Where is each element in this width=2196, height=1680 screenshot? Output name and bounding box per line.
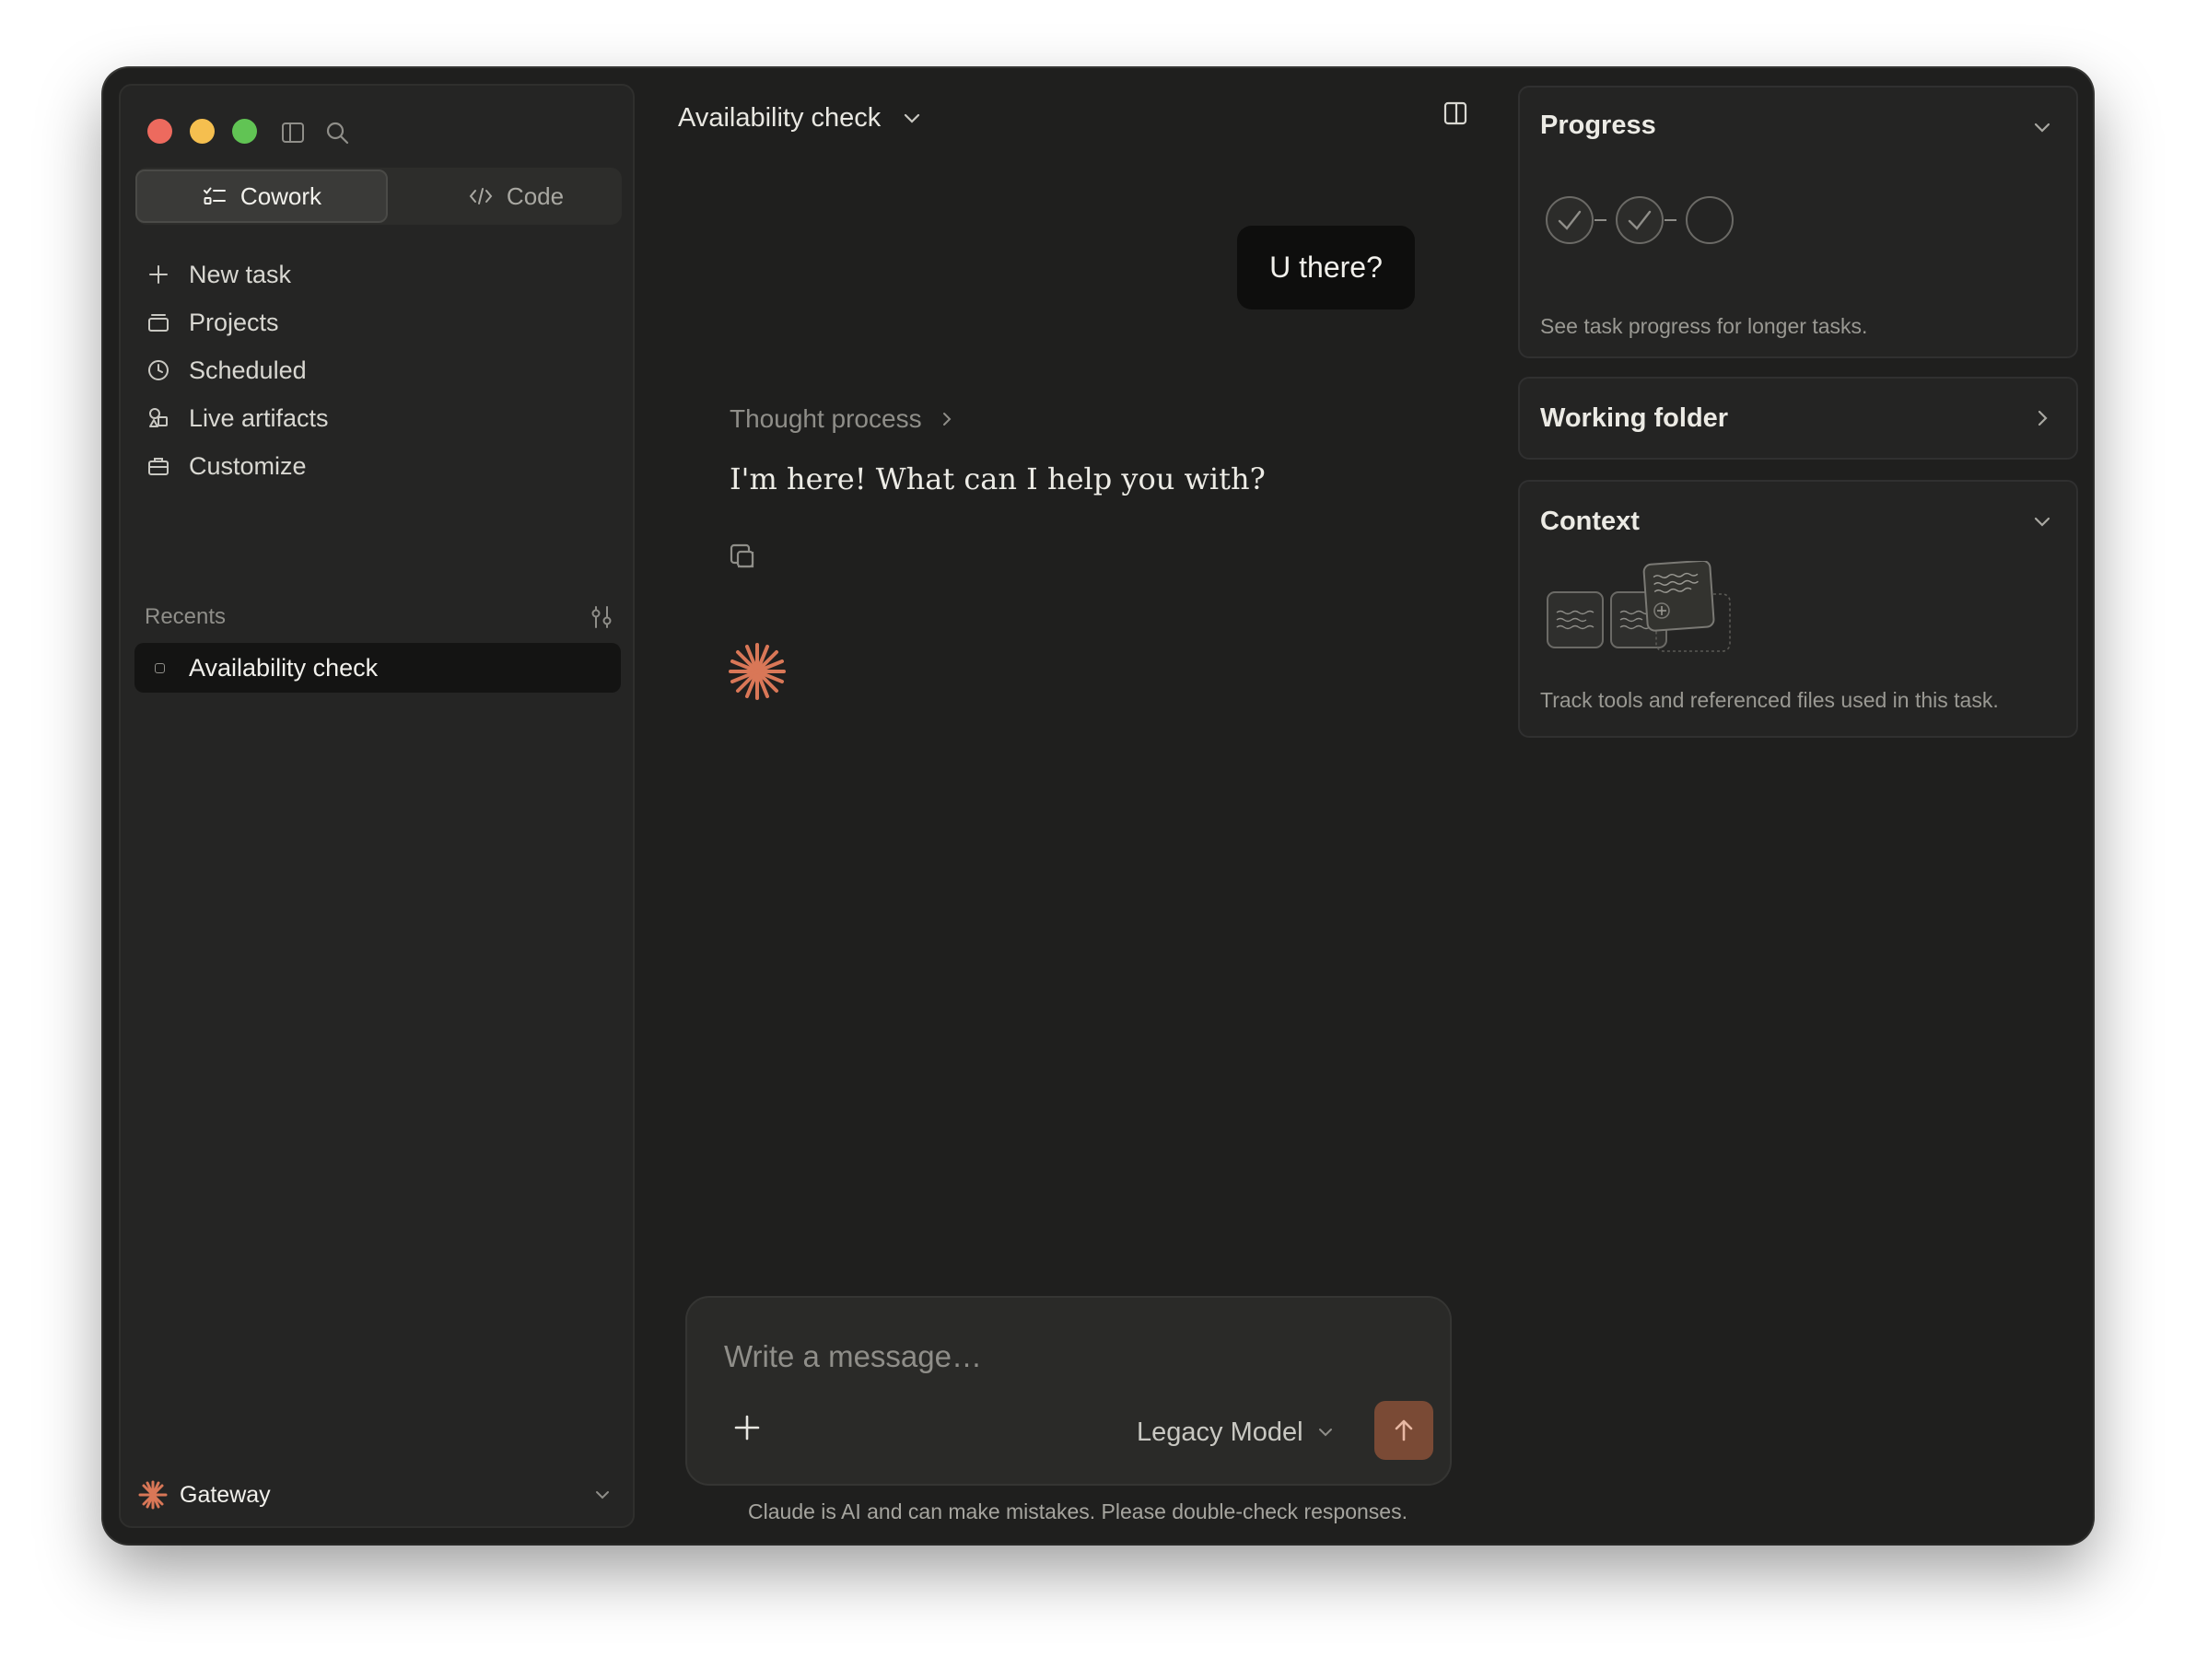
model-selector[interactable]: Legacy Model bbox=[1137, 1412, 1335, 1452]
code-icon bbox=[469, 188, 493, 204]
search-icon[interactable] bbox=[323, 119, 351, 146]
account-switcher[interactable]: Gateway bbox=[137, 1475, 613, 1515]
recents-header: Recents bbox=[145, 604, 614, 630]
nav-scheduled[interactable]: Scheduled bbox=[146, 350, 607, 391]
context-description: Track tools and referenced files used in… bbox=[1540, 688, 1999, 712]
nav-projects-label: Projects bbox=[189, 308, 279, 336]
nav-new-task-label: New task bbox=[189, 260, 292, 288]
message-input[interactable] bbox=[724, 1336, 1406, 1377]
mode-cowork-button[interactable]: Cowork bbox=[135, 169, 388, 223]
recent-item[interactable]: Availability check bbox=[134, 643, 621, 693]
conversation-title: Availability check bbox=[678, 102, 882, 133]
nav-projects[interactable]: Projects bbox=[146, 302, 607, 343]
progress-title: Progress bbox=[1540, 111, 1656, 140]
chevron-down-icon bbox=[596, 1491, 609, 1499]
disclaimer: Claude is AI and can make mistakes. Plea… bbox=[748, 1499, 1408, 1523]
minimize-window-button[interactable] bbox=[190, 119, 215, 144]
close-window-button[interactable] bbox=[147, 119, 172, 144]
progress-steps-icon bbox=[1546, 196, 1734, 244]
model-selector-label: Legacy Model bbox=[1137, 1417, 1303, 1447]
thought-process-toggle[interactable]: Thought process bbox=[730, 404, 955, 434]
working-folder-title: Working folder bbox=[1540, 403, 1729, 433]
attach-plus-icon[interactable] bbox=[731, 1412, 763, 1443]
mode-switcher: Cowork Code bbox=[135, 168, 622, 225]
message-composer: Legacy Model bbox=[685, 1296, 1452, 1486]
nav-live-artifacts-label: Live artifacts bbox=[189, 403, 329, 432]
working-folder-card[interactable]: Working folder bbox=[1518, 377, 2078, 460]
conversation-title-menu[interactable]: Availability check bbox=[678, 95, 923, 141]
shapes-icon bbox=[149, 408, 168, 427]
nav-live-artifacts[interactable]: Live artifacts bbox=[146, 398, 607, 438]
copy-icon[interactable] bbox=[728, 542, 759, 573]
context-card: Context Track tools and referenced files… bbox=[1518, 480, 2078, 738]
chevron-down-icon[interactable] bbox=[2030, 115, 2054, 139]
nav-customize[interactable]: Customize bbox=[146, 446, 607, 486]
recents-label: Recents bbox=[145, 604, 227, 629]
thought-process-label: Thought process bbox=[730, 404, 922, 433]
plus-icon bbox=[149, 265, 168, 284]
chevron-right-icon bbox=[2038, 410, 2048, 426]
projects-icon bbox=[148, 314, 169, 332]
recent-item-label: Availability check bbox=[189, 653, 379, 682]
task-status-icon bbox=[155, 662, 165, 673]
zoom-window-button[interactable] bbox=[232, 119, 257, 144]
account-label: Gateway bbox=[180, 1481, 271, 1508]
user-message-text: U there? bbox=[1269, 251, 1383, 284]
send-button[interactable] bbox=[1374, 1401, 1433, 1460]
clock-icon bbox=[148, 360, 169, 380]
tasks-icon bbox=[203, 187, 226, 204]
chevron-right-icon bbox=[942, 413, 951, 426]
chevron-down-icon[interactable] bbox=[2030, 509, 2054, 533]
context-title: Context bbox=[1540, 507, 1640, 536]
side-panel-toggle-icon[interactable] bbox=[1442, 99, 1469, 127]
sidebar-toggle-icon[interactable] bbox=[279, 119, 307, 146]
mode-code-label: Code bbox=[506, 181, 565, 210]
mode-code-button[interactable]: Code bbox=[390, 169, 642, 223]
briefcase-icon bbox=[148, 458, 169, 475]
chevron-down-icon bbox=[1318, 1429, 1332, 1437]
progress-card: Progress See task progress for longer ta… bbox=[1518, 86, 2078, 358]
claude-logo-icon bbox=[138, 1480, 168, 1510]
nav-scheduled-label: Scheduled bbox=[189, 356, 307, 384]
app-window: Cowork Code New task Projects Scheduled … bbox=[103, 68, 2093, 1544]
progress-description: See task progress for longer tasks. bbox=[1540, 314, 1868, 338]
sidebar: Cowork Code New task Projects Scheduled … bbox=[119, 84, 635, 1528]
user-message: U there? bbox=[1237, 226, 1415, 309]
filter-icon[interactable] bbox=[589, 604, 614, 630]
mode-cowork-label: Cowork bbox=[239, 181, 322, 210]
claude-spark-icon bbox=[729, 643, 786, 700]
nav-new-task[interactable]: New task bbox=[146, 254, 607, 295]
context-files-icon bbox=[1547, 561, 1731, 652]
chevron-down-icon bbox=[905, 113, 920, 123]
nav-customize-label: Customize bbox=[189, 451, 307, 480]
assistant-message: I'm here! What can I help you with? bbox=[730, 461, 1266, 496]
arrow-up-icon bbox=[1395, 1419, 1413, 1441]
